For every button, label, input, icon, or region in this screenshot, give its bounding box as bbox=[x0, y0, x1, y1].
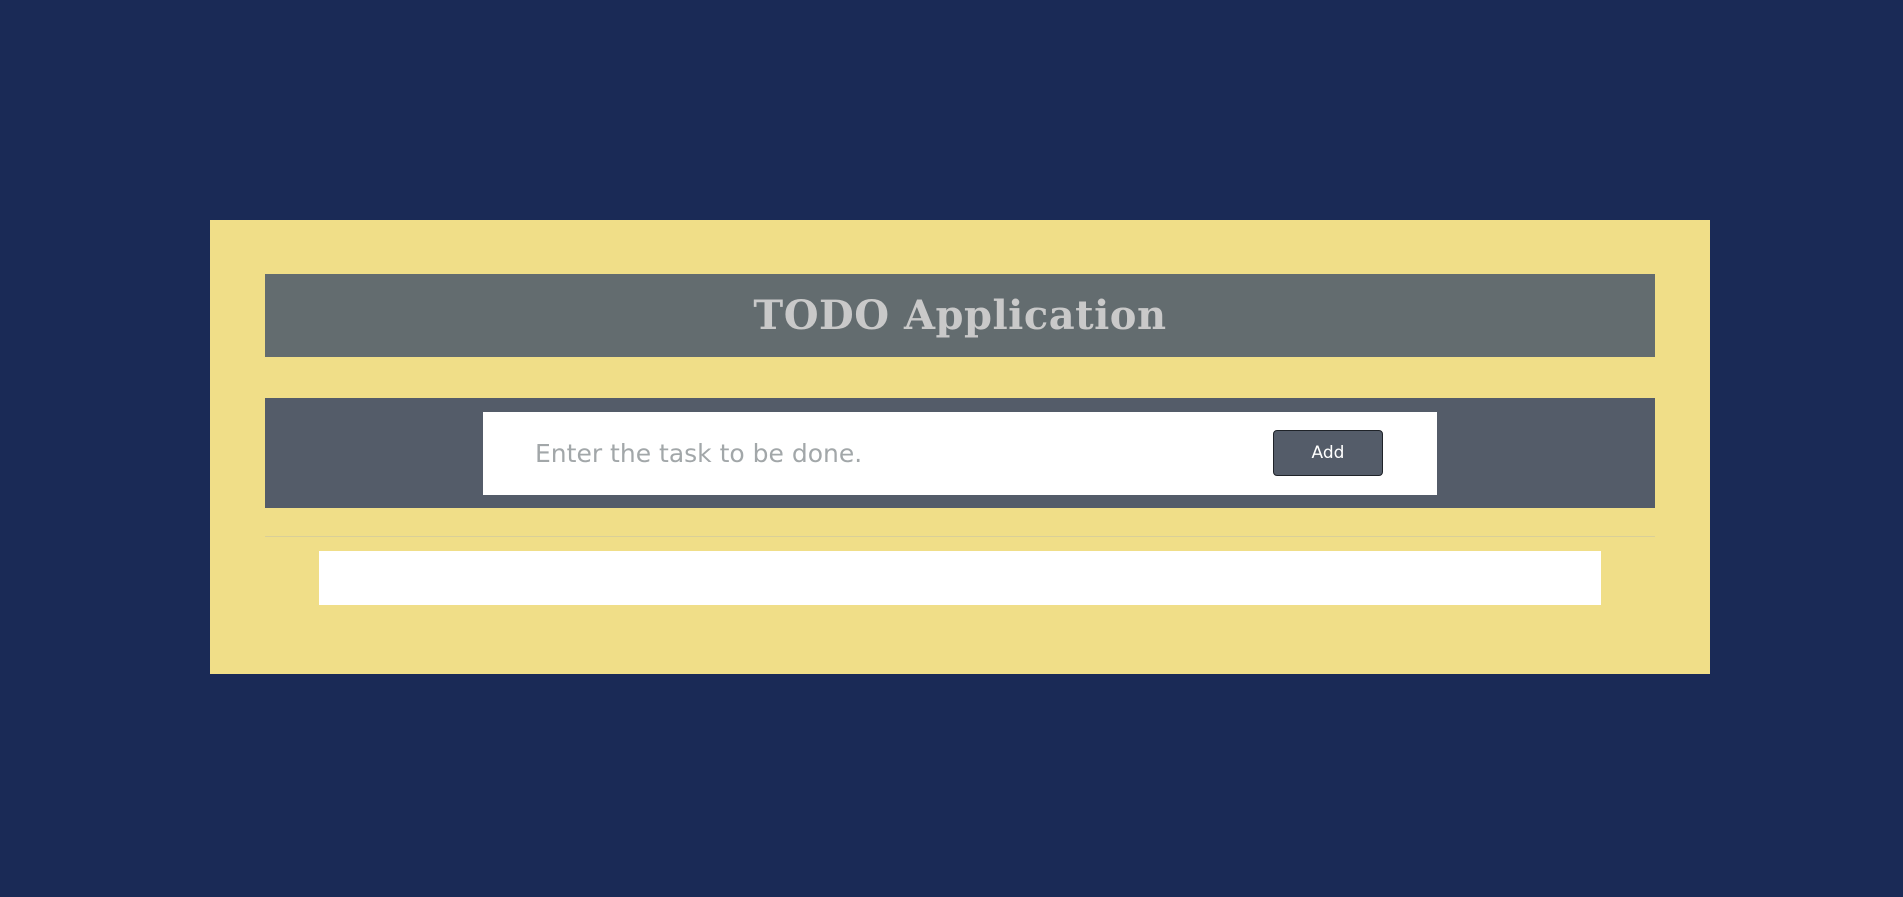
todo-app-card: TODO Application Add bbox=[210, 220, 1710, 674]
task-input[interactable] bbox=[535, 430, 1235, 476]
task-input-bar: Add bbox=[265, 398, 1655, 508]
task-list bbox=[319, 551, 1601, 605]
app-header: TODO Application bbox=[265, 274, 1655, 357]
app-title: TODO Application bbox=[753, 292, 1167, 339]
task-input-container: Add bbox=[483, 412, 1437, 495]
add-task-button[interactable]: Add bbox=[1273, 430, 1383, 476]
section-divider bbox=[265, 536, 1655, 537]
